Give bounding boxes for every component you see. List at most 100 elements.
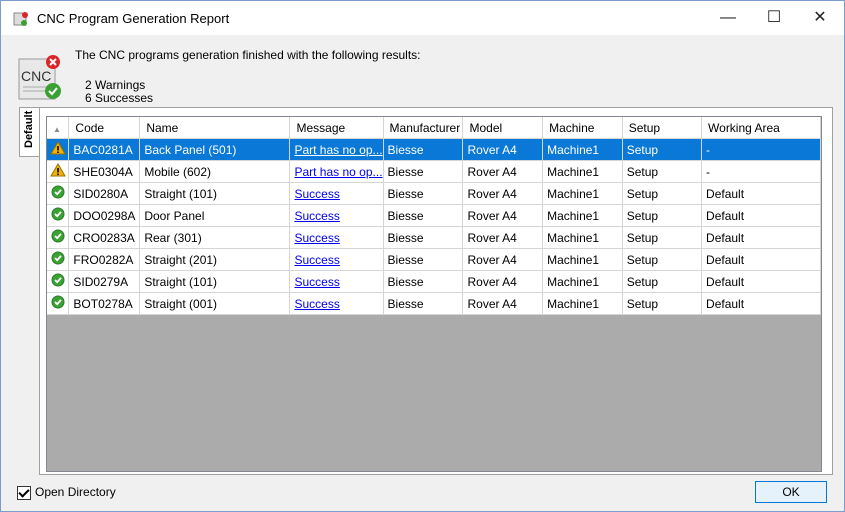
- maximize-button[interactable]: ☐: [751, 1, 797, 35]
- row-code: FRO0282A: [68, 248, 141, 271]
- message-link[interactable]: Success: [294, 297, 339, 311]
- results-grid[interactable]: ▲ Code Name Message Manufacturer Model M…: [46, 116, 822, 472]
- row-machine: Machine1: [542, 226, 623, 249]
- row-model: Rover A4: [462, 204, 544, 227]
- row-working-area: Default: [701, 292, 821, 315]
- column-header-model[interactable]: Model: [462, 117, 544, 139]
- message-link[interactable]: Success: [294, 187, 339, 201]
- tab-default[interactable]: Default: [19, 107, 40, 157]
- successes-count: 6 Successes: [85, 91, 154, 105]
- message-link[interactable]: Success: [294, 275, 339, 289]
- table-row[interactable]: SID0280A Straight (101) Success Biesse Rover…: [47, 182, 821, 205]
- message-link[interactable]: Part has no op...: [294, 165, 382, 179]
- row-name: Back Panel (501): [139, 138, 291, 161]
- row-code: CRO0283A: [68, 226, 141, 249]
- row-manufacturer: Biesse: [383, 226, 464, 249]
- row-machine: Machine1: [542, 248, 623, 271]
- row-manufacturer: Biesse: [383, 270, 464, 293]
- window-title: CNC Program Generation Report: [37, 11, 230, 26]
- message-link[interactable]: Success: [294, 231, 339, 245]
- row-message: Success: [289, 226, 384, 249]
- row-setup: Setup: [622, 160, 703, 183]
- row-manufacturer: Biesse: [383, 160, 464, 183]
- table-row[interactable]: SHE0304A Mobile (602) Part has no op... Bie…: [47, 160, 821, 183]
- row-setup: Setup: [622, 204, 703, 227]
- success-icon: [47, 292, 70, 315]
- column-header-manufacturer[interactable]: Manufacturer: [383, 117, 464, 139]
- column-header-message[interactable]: Message: [289, 117, 384, 139]
- row-name: Straight (001): [139, 292, 291, 315]
- open-directory-checkbox[interactable]: [17, 485, 31, 500]
- cnc-app-icon: [13, 12, 28, 26]
- grid-header-row: ▲ Code Name Message Manufacturer Model M…: [47, 117, 821, 139]
- row-code: SID0280A: [68, 182, 141, 205]
- column-header-setup[interactable]: Setup: [622, 117, 703, 139]
- row-setup: Setup: [622, 270, 703, 293]
- summary-text: The CNC programs generation finished wit…: [75, 48, 421, 62]
- warning-icon: [47, 138, 70, 161]
- ok-button[interactable]: OK: [755, 481, 827, 503]
- results-table: ▲ Code Name Message Manufacturer Model M…: [47, 117, 821, 315]
- status-column-header[interactable]: ▲: [47, 117, 70, 139]
- row-manufacturer: Biesse: [383, 204, 464, 227]
- result-counts: 2 Warnings 6 Successes: [85, 79, 153, 105]
- row-name: Rear (301): [139, 226, 291, 249]
- column-header-working-area[interactable]: Working Area: [701, 117, 821, 139]
- message-link[interactable]: Success: [294, 253, 339, 267]
- row-code: DOO0298A: [68, 204, 141, 227]
- row-model: Rover A4: [462, 248, 544, 271]
- message-link[interactable]: Part has no op...: [294, 143, 382, 157]
- column-header-code[interactable]: Code: [68, 117, 141, 139]
- table-row[interactable]: CRO0283A Rear (301) Success Biesse Rover A4 M…: [47, 226, 821, 249]
- column-header-machine[interactable]: Machine: [542, 117, 623, 139]
- table-row[interactable]: SID0279A Straight (101) Success Biesse Rover…: [47, 270, 821, 293]
- row-code: SID0279A: [68, 270, 141, 293]
- open-directory-label: Open Directory: [35, 485, 116, 499]
- row-code: BAC0281A: [68, 138, 141, 161]
- row-model: Rover A4: [462, 270, 544, 293]
- row-setup: Setup: [622, 182, 703, 205]
- row-working-area: Default: [701, 204, 821, 227]
- row-working-area: Default: [701, 270, 821, 293]
- row-machine: Machine1: [542, 160, 623, 183]
- row-working-area: Default: [701, 182, 821, 205]
- success-icon: [47, 270, 70, 293]
- row-working-area: -: [701, 160, 821, 183]
- open-directory-option[interactable]: Open Directory: [17, 485, 116, 500]
- table-row[interactable]: BAC0281A Back Panel (501) Part has no op..…: [47, 138, 821, 161]
- row-machine: Machine1: [542, 182, 623, 205]
- close-button[interactable]: ✕: [797, 1, 843, 35]
- row-code: SHE0304A: [68, 160, 141, 183]
- row-setup: Setup: [622, 138, 703, 161]
- row-name: Mobile (602): [139, 160, 291, 183]
- table-row[interactable]: BOT0278A Straight (001) Success Biesse Rover…: [47, 292, 821, 315]
- row-manufacturer: Biesse: [383, 248, 464, 271]
- row-message: Part has no op...: [289, 160, 384, 183]
- row-model: Rover A4: [462, 182, 544, 205]
- success-icon: [47, 226, 70, 249]
- sort-ascending-icon: ▲: [53, 124, 61, 134]
- cnc-report-icon: CNC: [18, 55, 61, 100]
- success-icon: [47, 182, 70, 205]
- row-message: Success: [289, 248, 384, 271]
- cnc-icon-label: CNC: [21, 68, 51, 84]
- row-name: Straight (101): [139, 182, 291, 205]
- message-link[interactable]: Success: [294, 209, 339, 223]
- report-window: CNC Program Generation Report — ☐ ✕ CNC …: [0, 0, 845, 512]
- minimize-button[interactable]: —: [705, 1, 751, 35]
- row-manufacturer: Biesse: [383, 138, 464, 161]
- table-row[interactable]: DOO0298A Door Panel Success Biesse Rover A4 M…: [47, 204, 821, 227]
- row-working-area: -: [701, 138, 821, 161]
- row-machine: Machine1: [542, 270, 623, 293]
- row-setup: Setup: [622, 292, 703, 315]
- row-name: Straight (101): [139, 270, 291, 293]
- row-manufacturer: Biesse: [383, 292, 464, 315]
- row-message: Part has no op...: [289, 138, 384, 161]
- row-code: BOT0278A: [68, 292, 141, 315]
- row-model: Rover A4: [462, 226, 544, 249]
- row-model: Rover A4: [462, 138, 544, 161]
- column-header-name[interactable]: Name: [139, 117, 291, 139]
- row-name: Straight (201): [139, 248, 291, 271]
- row-working-area: Default: [701, 248, 821, 271]
- table-row[interactable]: FRO0282A Straight (201) Success Biesse Rover…: [47, 248, 821, 271]
